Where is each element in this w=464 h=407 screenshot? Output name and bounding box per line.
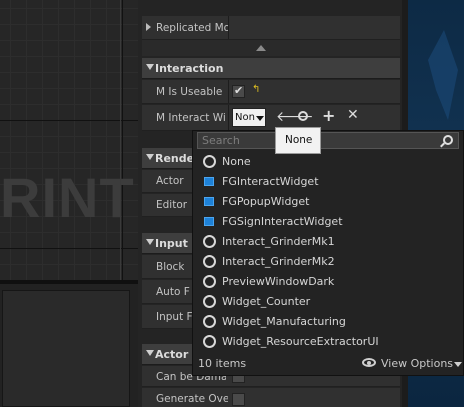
rendering-row-label: Editor (156, 199, 188, 211)
tooltip-text: None (285, 134, 313, 146)
option-label: PreviewWindowDark (222, 275, 335, 288)
class-icon (204, 217, 214, 226)
is-useable-label: M Is Useable (156, 86, 223, 98)
generate-overlap-checkbox[interactable] (232, 393, 245, 406)
dropdown-option[interactable]: Interact_GrinderMk2 (198, 252, 458, 272)
expand-up-icon[interactable] (256, 45, 266, 51)
category-interaction[interactable]: Interaction (142, 58, 400, 79)
circle-icon (203, 155, 216, 168)
option-label: Widget_Counter (222, 295, 311, 308)
circle-icon (203, 335, 216, 348)
circle-icon (203, 255, 216, 268)
chevron-down-icon (146, 154, 154, 160)
item-count: 10 items (198, 357, 247, 370)
class-icon (204, 197, 214, 206)
dropdown-option[interactable]: Interact_GrinderMk1 (198, 232, 458, 252)
reset-arrow-icon[interactable]: ↰ (252, 84, 260, 95)
circle-icon (203, 235, 216, 248)
clear-x-icon[interactable]: ✕ (347, 107, 359, 123)
option-label: Interact_GrinderMk2 (222, 255, 335, 268)
property-interact-widget: M Interact Wi Non 🡐 + ✕ (142, 105, 400, 131)
interact-widget-combo[interactable]: Non (232, 108, 266, 127)
actor-row-label: Generate Ove (156, 393, 228, 405)
input-row-label: Block (156, 261, 185, 273)
option-label: Widget_ResourceExtractorUI (222, 335, 379, 348)
replicated-label: Replicated Mo (156, 22, 228, 34)
column-divider (228, 80, 229, 103)
option-label: Widget_Manufacturing (222, 315, 346, 328)
circle-icon (203, 315, 216, 328)
add-plus-icon[interactable]: + (322, 106, 335, 125)
search-box[interactable] (197, 132, 459, 149)
column-divider (228, 105, 229, 130)
graph-origin-line (120, 0, 121, 280)
input-row-label: Input F (156, 311, 193, 323)
search-icon-handle (440, 142, 445, 148)
category-input-label: Input (155, 237, 188, 250)
circle-icon (203, 295, 216, 308)
checkmark-icon: ✔ (234, 84, 244, 97)
combo-value: Non (235, 112, 255, 123)
circle-icon (203, 275, 216, 288)
view-options-label: View Options (381, 357, 454, 370)
is-useable-checkbox[interactable]: ✔ (232, 84, 245, 98)
dropdown-option[interactable]: PreviewWindowDark (198, 272, 458, 292)
dropdown-option[interactable]: Widget_Manufacturing (198, 312, 458, 332)
category-rendering-label: Rende (155, 152, 195, 165)
dropdown-option[interactable]: Widget_ResourceExtractorUI (198, 332, 458, 352)
property-row: Generate Ove (142, 388, 400, 407)
option-label: FGPopupWidget (222, 195, 310, 208)
browse-magnifier-icon[interactable] (298, 111, 308, 121)
option-label: FGInteractWidget (222, 175, 319, 188)
chevron-down-icon (146, 350, 154, 356)
view-options-button[interactable]: View Options (360, 354, 463, 372)
dropdown-option[interactable]: FGInteractWidget (198, 172, 458, 192)
dropdown-option[interactable]: None (198, 152, 458, 172)
blueprint-graph[interactable]: RINT (0, 0, 138, 280)
option-label: None (222, 155, 251, 168)
chevron-down-icon (146, 239, 154, 245)
combo-arrow-icon (256, 116, 264, 121)
option-label: FGSignInteractWidget (222, 215, 343, 228)
input-row-label: Auto F (156, 286, 190, 298)
chevron-down-icon (146, 64, 154, 70)
rendering-row-label: Actor (156, 175, 184, 187)
tooltip: None (275, 127, 321, 154)
column-divider (228, 16, 229, 39)
category-interaction-label: Interaction (155, 62, 224, 75)
option-label: Interact_GrinderMk1 (222, 235, 335, 248)
bottom-panel-content (2, 290, 130, 407)
class-icon (204, 177, 214, 186)
dropdown-option[interactable]: FGPopupWidget (198, 192, 458, 212)
interact-widget-label: M Interact Wi (156, 112, 226, 124)
chevron-down-icon (454, 362, 462, 367)
dropdown-option[interactable]: Widget_Counter (198, 292, 458, 312)
graph-watermark: RINT (0, 166, 135, 229)
collapse-arrow-icon[interactable] (146, 23, 151, 31)
category-actor-label: Actor (155, 348, 189, 361)
dropdown-option[interactable]: FGSignInteractWidget (198, 212, 458, 232)
replicated-row: Replicated Mo (142, 16, 400, 40)
property-is-useable: M Is Useable ✔ ↰ (142, 80, 400, 104)
advanced-expander[interactable] (142, 40, 400, 56)
eye-pupil-icon (367, 361, 371, 365)
